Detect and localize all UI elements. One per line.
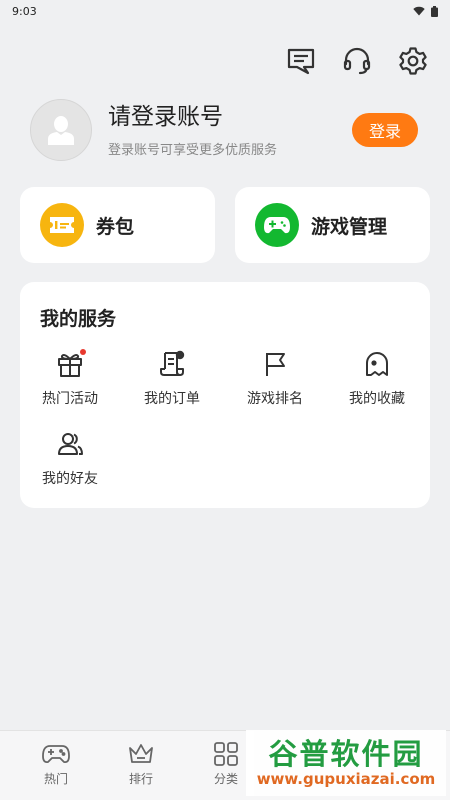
tab-label: 分类: [213, 772, 238, 786]
coupon-card[interactable]: 券包: [20, 187, 215, 263]
service-hot-events[interactable]: 热门活动: [20, 348, 120, 408]
tab-label: 热门: [43, 772, 68, 786]
service-game-ranking[interactable]: 游戏排名: [225, 348, 325, 408]
service-my-favorites[interactable]: 我的收藏: [327, 348, 427, 408]
user-silhouette-icon: [48, 116, 74, 145]
status-icons: [413, 5, 438, 17]
avatar[interactable]: [30, 99, 92, 161]
gamepad-icon: [42, 745, 70, 764]
coupon-label: 券包: [96, 215, 135, 238]
gift-icon: [54, 348, 86, 380]
order-icon: [156, 348, 188, 380]
tab-ranking[interactable]: 排行: [111, 741, 171, 787]
services-card: 我的服务 热门活动 我的订单 游戏排名 我的收藏 我的好友: [20, 282, 430, 508]
gamepad-icon: [255, 203, 299, 247]
service-label: 游戏排名: [247, 391, 303, 407]
login-prompt-title[interactable]: 请登录账号: [108, 103, 352, 131]
login-prompt-subtitle: 登录账号可享受更多优质服务: [108, 142, 278, 158]
ghost-icon: [361, 348, 393, 380]
friends-icon: [54, 428, 86, 460]
headset-icon[interactable]: [340, 44, 374, 78]
service-label: 我的收藏: [349, 391, 405, 407]
profile-section: 请登录账号 登录账号可享受更多优质服务 登录: [30, 98, 420, 162]
service-my-friends[interactable]: 我的好友: [20, 428, 120, 488]
grid-icon: [214, 742, 238, 766]
status-time: 9:03: [12, 4, 37, 18]
message-icon[interactable]: [284, 44, 318, 78]
coupon-icon: [40, 203, 84, 247]
watermark-url: www.gupuxiazai.com: [256, 770, 436, 788]
services-title: 我的服务: [40, 308, 117, 330]
crown-icon: [129, 744, 153, 763]
tab-hot[interactable]: 热门: [26, 741, 86, 787]
tab-label: 排行: [128, 772, 153, 786]
game-management-card[interactable]: 游戏管理: [235, 187, 430, 263]
gear-icon[interactable]: [396, 44, 430, 78]
login-button[interactable]: 登录: [352, 113, 418, 147]
header-actions: [284, 44, 430, 78]
watermark-logo: 谷普软件园 www.gupuxiazai.com: [246, 730, 446, 796]
service-my-orders[interactable]: 我的订单: [122, 348, 222, 408]
service-label: 我的好友: [42, 471, 98, 487]
notification-badge: [80, 349, 86, 355]
service-label: 我的订单: [144, 391, 200, 407]
service-label: 热门活动: [42, 391, 98, 407]
watermark-title: 谷普软件园: [268, 737, 424, 771]
profile-text: 请登录账号 登录账号可享受更多优质服务: [108, 103, 352, 158]
status-bar: 9:03: [0, 0, 450, 22]
wifi-icon: [413, 6, 425, 16]
flag-icon: [259, 348, 291, 380]
game-management-label: 游戏管理: [311, 215, 388, 238]
battery-icon: [431, 5, 438, 17]
